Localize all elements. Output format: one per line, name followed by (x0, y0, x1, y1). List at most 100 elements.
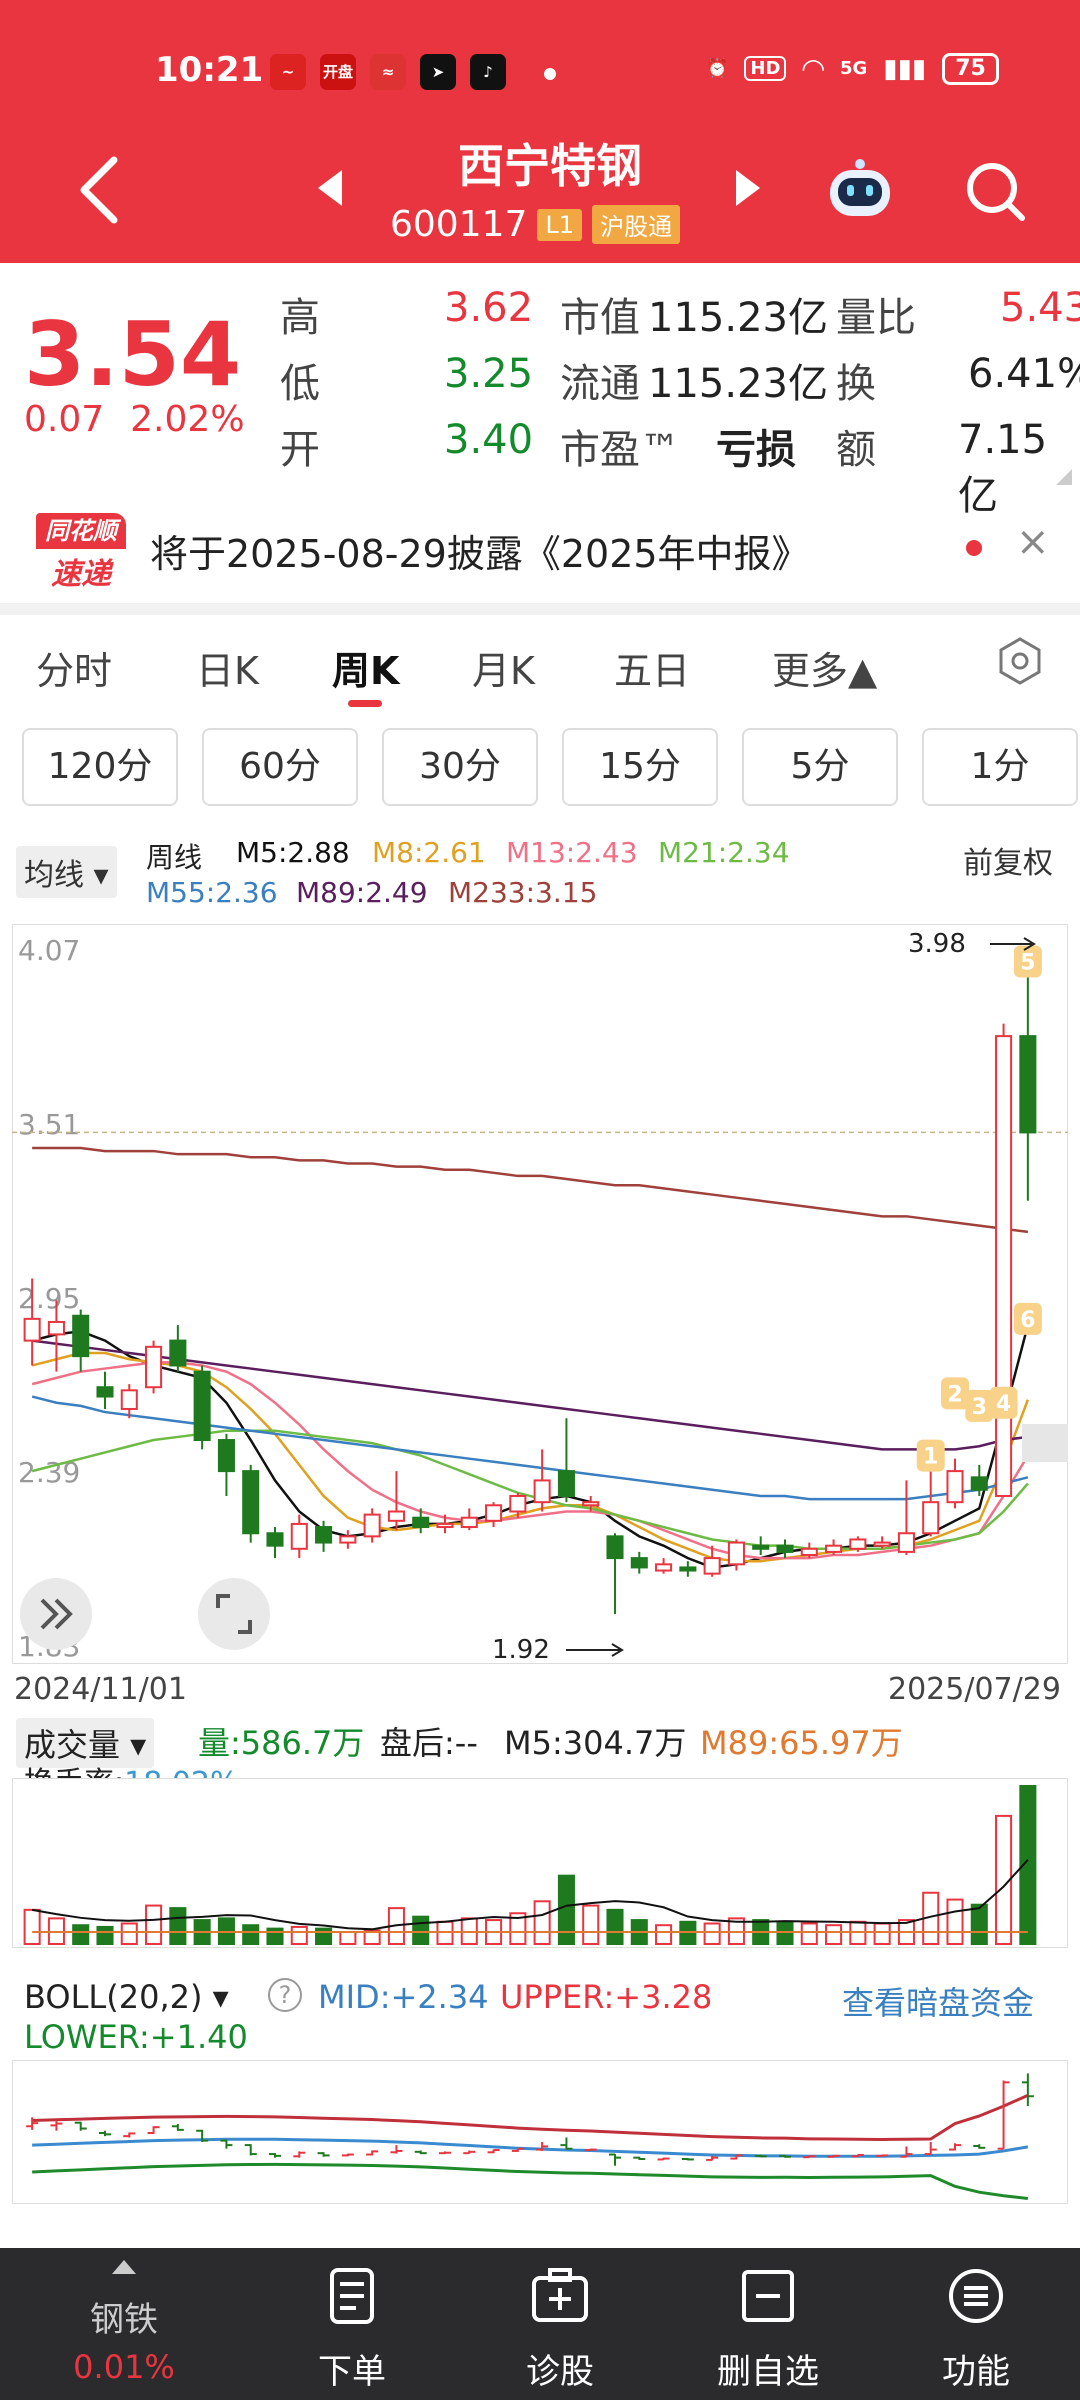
volume-bar (873, 1922, 891, 1945)
boll-mid: MID:+2.34 (318, 1978, 489, 2016)
sector-tab[interactable]: 钢铁 0.01% (24, 2248, 224, 2400)
y-axis-label: 2.95 (18, 1282, 80, 1315)
app-header: 10:21 ~ 开盘 ≈ ➤ ♪ ⏰ HD ◠ 5G ▮▮▮ 75 西宁特钢 6… (0, 0, 1080, 263)
status-bar: 10:21 ~ 开盘 ≈ ➤ ♪ ⏰ HD ◠ 5G ▮▮▮ 75 (0, 0, 1080, 140)
high-annotation: 3.98 (908, 929, 966, 959)
volume-bar (655, 1924, 673, 1946)
volume-bar (72, 1924, 90, 1946)
volume-bar (582, 1904, 600, 1945)
volume-bar (970, 1903, 988, 1946)
signal-marker[interactable]: 1 (916, 1439, 945, 1472)
nav-order[interactable]: 下单 (252, 2248, 452, 2400)
price-change: 0.07 2.02% (24, 399, 271, 440)
battery-indicator: 75 (942, 52, 999, 85)
pe-label: 市盈™ (560, 427, 680, 473)
fullscreen-icon[interactable] (198, 1578, 270, 1650)
dark-pool-link[interactable]: 查看暗盘资金 (842, 1978, 1034, 2024)
kline-chart[interactable]: 4.073.512.952.391.83 123456 3.98 1.92 (11, 923, 1069, 1665)
low-value: 3.25 (444, 351, 534, 397)
date-end: 2025/07/29 (888, 1672, 1061, 1707)
turnover-value: 6.41% (968, 351, 1080, 397)
nav-diagnose-label: 诊股 (526, 2352, 594, 2392)
search-icon[interactable] (964, 160, 1028, 224)
status-right: ⏰ HD ◠ 5G ▮▮▮ 75 (706, 52, 999, 85)
tab-intraday[interactable]: 分时 (36, 640, 112, 695)
volume-bar (412, 1915, 430, 1946)
signal-marker[interactable]: 3 (965, 1389, 994, 1422)
signal-marker[interactable]: 5 (1013, 945, 1042, 978)
nav-functions[interactable]: 功能 (876, 2248, 1076, 2400)
boll-upper: UPPER:+3.28 (500, 1978, 713, 2016)
interval-60min[interactable]: 60分 (202, 728, 358, 806)
volume-bar (315, 1927, 333, 1946)
indicator-select[interactable]: 均线 ▾ (16, 846, 117, 898)
nav-remove-watchlist[interactable]: 删自选 (668, 2248, 868, 2400)
current-price: 3.54 (24, 303, 242, 406)
settings-hexagon-icon[interactable] (995, 636, 1045, 686)
signal-marker[interactable]: 6 (1013, 1302, 1042, 1335)
kaipan-app-icon: 开盘 (320, 54, 356, 90)
float-cap-label: 流通 (560, 361, 640, 407)
interval-1min[interactable]: 1分 (922, 728, 1078, 806)
back-arrow-icon[interactable] (70, 150, 130, 230)
pe-value: 亏损 (716, 427, 796, 473)
tab-weekly-k[interactable]: 周K (332, 640, 399, 695)
diagnose-icon (532, 2268, 588, 2322)
stock-code-row: 600117 L1 沪股通 (390, 204, 681, 245)
volume-bar (266, 1927, 284, 1946)
signal-marker[interactable]: 2 (941, 1377, 969, 1410)
menu-icon (949, 2269, 1003, 2323)
boll-chart[interactable] (11, 2059, 1069, 2205)
svg-text:4: 4 (996, 1392, 1011, 1417)
scroll-handle[interactable] (1022, 1424, 1068, 1462)
volume-bar (145, 1904, 163, 1945)
interval-15min[interactable]: 15分 (562, 728, 718, 806)
logo-top: 同花顺 (36, 513, 126, 549)
volume-chart[interactable] (11, 1777, 1069, 1949)
tab-monthly-k[interactable]: 月K (472, 640, 535, 695)
next-stock-icon[interactable] (736, 170, 760, 206)
boll-svg (11, 2059, 1069, 2205)
tab-daily-k[interactable]: 日K (196, 640, 259, 695)
tab-more[interactable]: 更多▲ (772, 640, 877, 695)
nav-order-label: 下单 (318, 2352, 386, 2392)
ma-m55: M55:2.36 (146, 876, 278, 909)
volume-bar (533, 1900, 551, 1945)
interval-30min[interactable]: 30分 (382, 728, 538, 806)
expand-chart-icon[interactable] (20, 1578, 92, 1650)
y-axis-label: 4.07 (18, 934, 80, 967)
help-icon[interactable]: ? (268, 1978, 302, 2012)
status-app-icons: ~ 开盘 ≈ ➤ ♪ (270, 54, 506, 90)
hd-icon: HD (744, 56, 787, 81)
expand-corner-icon[interactable] (1056, 469, 1072, 485)
status-time: 10:21 (155, 50, 264, 90)
previous-stock-icon[interactable] (318, 170, 342, 206)
ma-m233: M233:3.15 (448, 876, 598, 909)
market-cap-value: 115.23亿 (648, 295, 828, 341)
logo-bottom: 速递 (51, 557, 111, 592)
candle (995, 1023, 1013, 1497)
notice-bar[interactable]: 同花顺 速递 将于2025-08-29披露《2025年中报》 × (0, 493, 1080, 613)
boll-select[interactable]: BOLL(20,2) ▾ (24, 1978, 229, 2016)
close-icon[interactable]: × (1016, 519, 1050, 565)
candle (193, 1365, 211, 1450)
robot-assistant-icon[interactable] (824, 158, 896, 220)
change-value: 0.07 (24, 399, 105, 440)
period-tabs: 分时 日K 周K 月K 五日 更多▲ (0, 620, 1080, 720)
kline-svg: 4.073.512.952.391.83 123456 3.98 1.92 (11, 923, 1069, 1665)
interval-120min[interactable]: 120分 (22, 728, 178, 806)
signal-marker[interactable]: 4 (989, 1386, 1018, 1419)
interval-5min[interactable]: 5分 (742, 728, 898, 806)
network-label: 5G (839, 58, 868, 79)
notice-text[interactable]: 将于2025-08-29披露《2025年中报》 (150, 523, 810, 578)
adjust-mode[interactable]: 前复权 (963, 838, 1053, 882)
tab-five-day[interactable]: 五日 (614, 640, 690, 695)
nav-diagnose[interactable]: 诊股 (460, 2248, 660, 2400)
volume-bar (290, 1925, 308, 1945)
low-annotation: 1.92 (492, 1635, 550, 1664)
open-value: 3.40 (444, 417, 534, 463)
active-tab-indicator (348, 700, 382, 707)
float-cap-value: 115.23亿 (648, 361, 828, 407)
volume-bar (946, 1898, 964, 1945)
svg-text:6: 6 (1020, 1308, 1035, 1333)
